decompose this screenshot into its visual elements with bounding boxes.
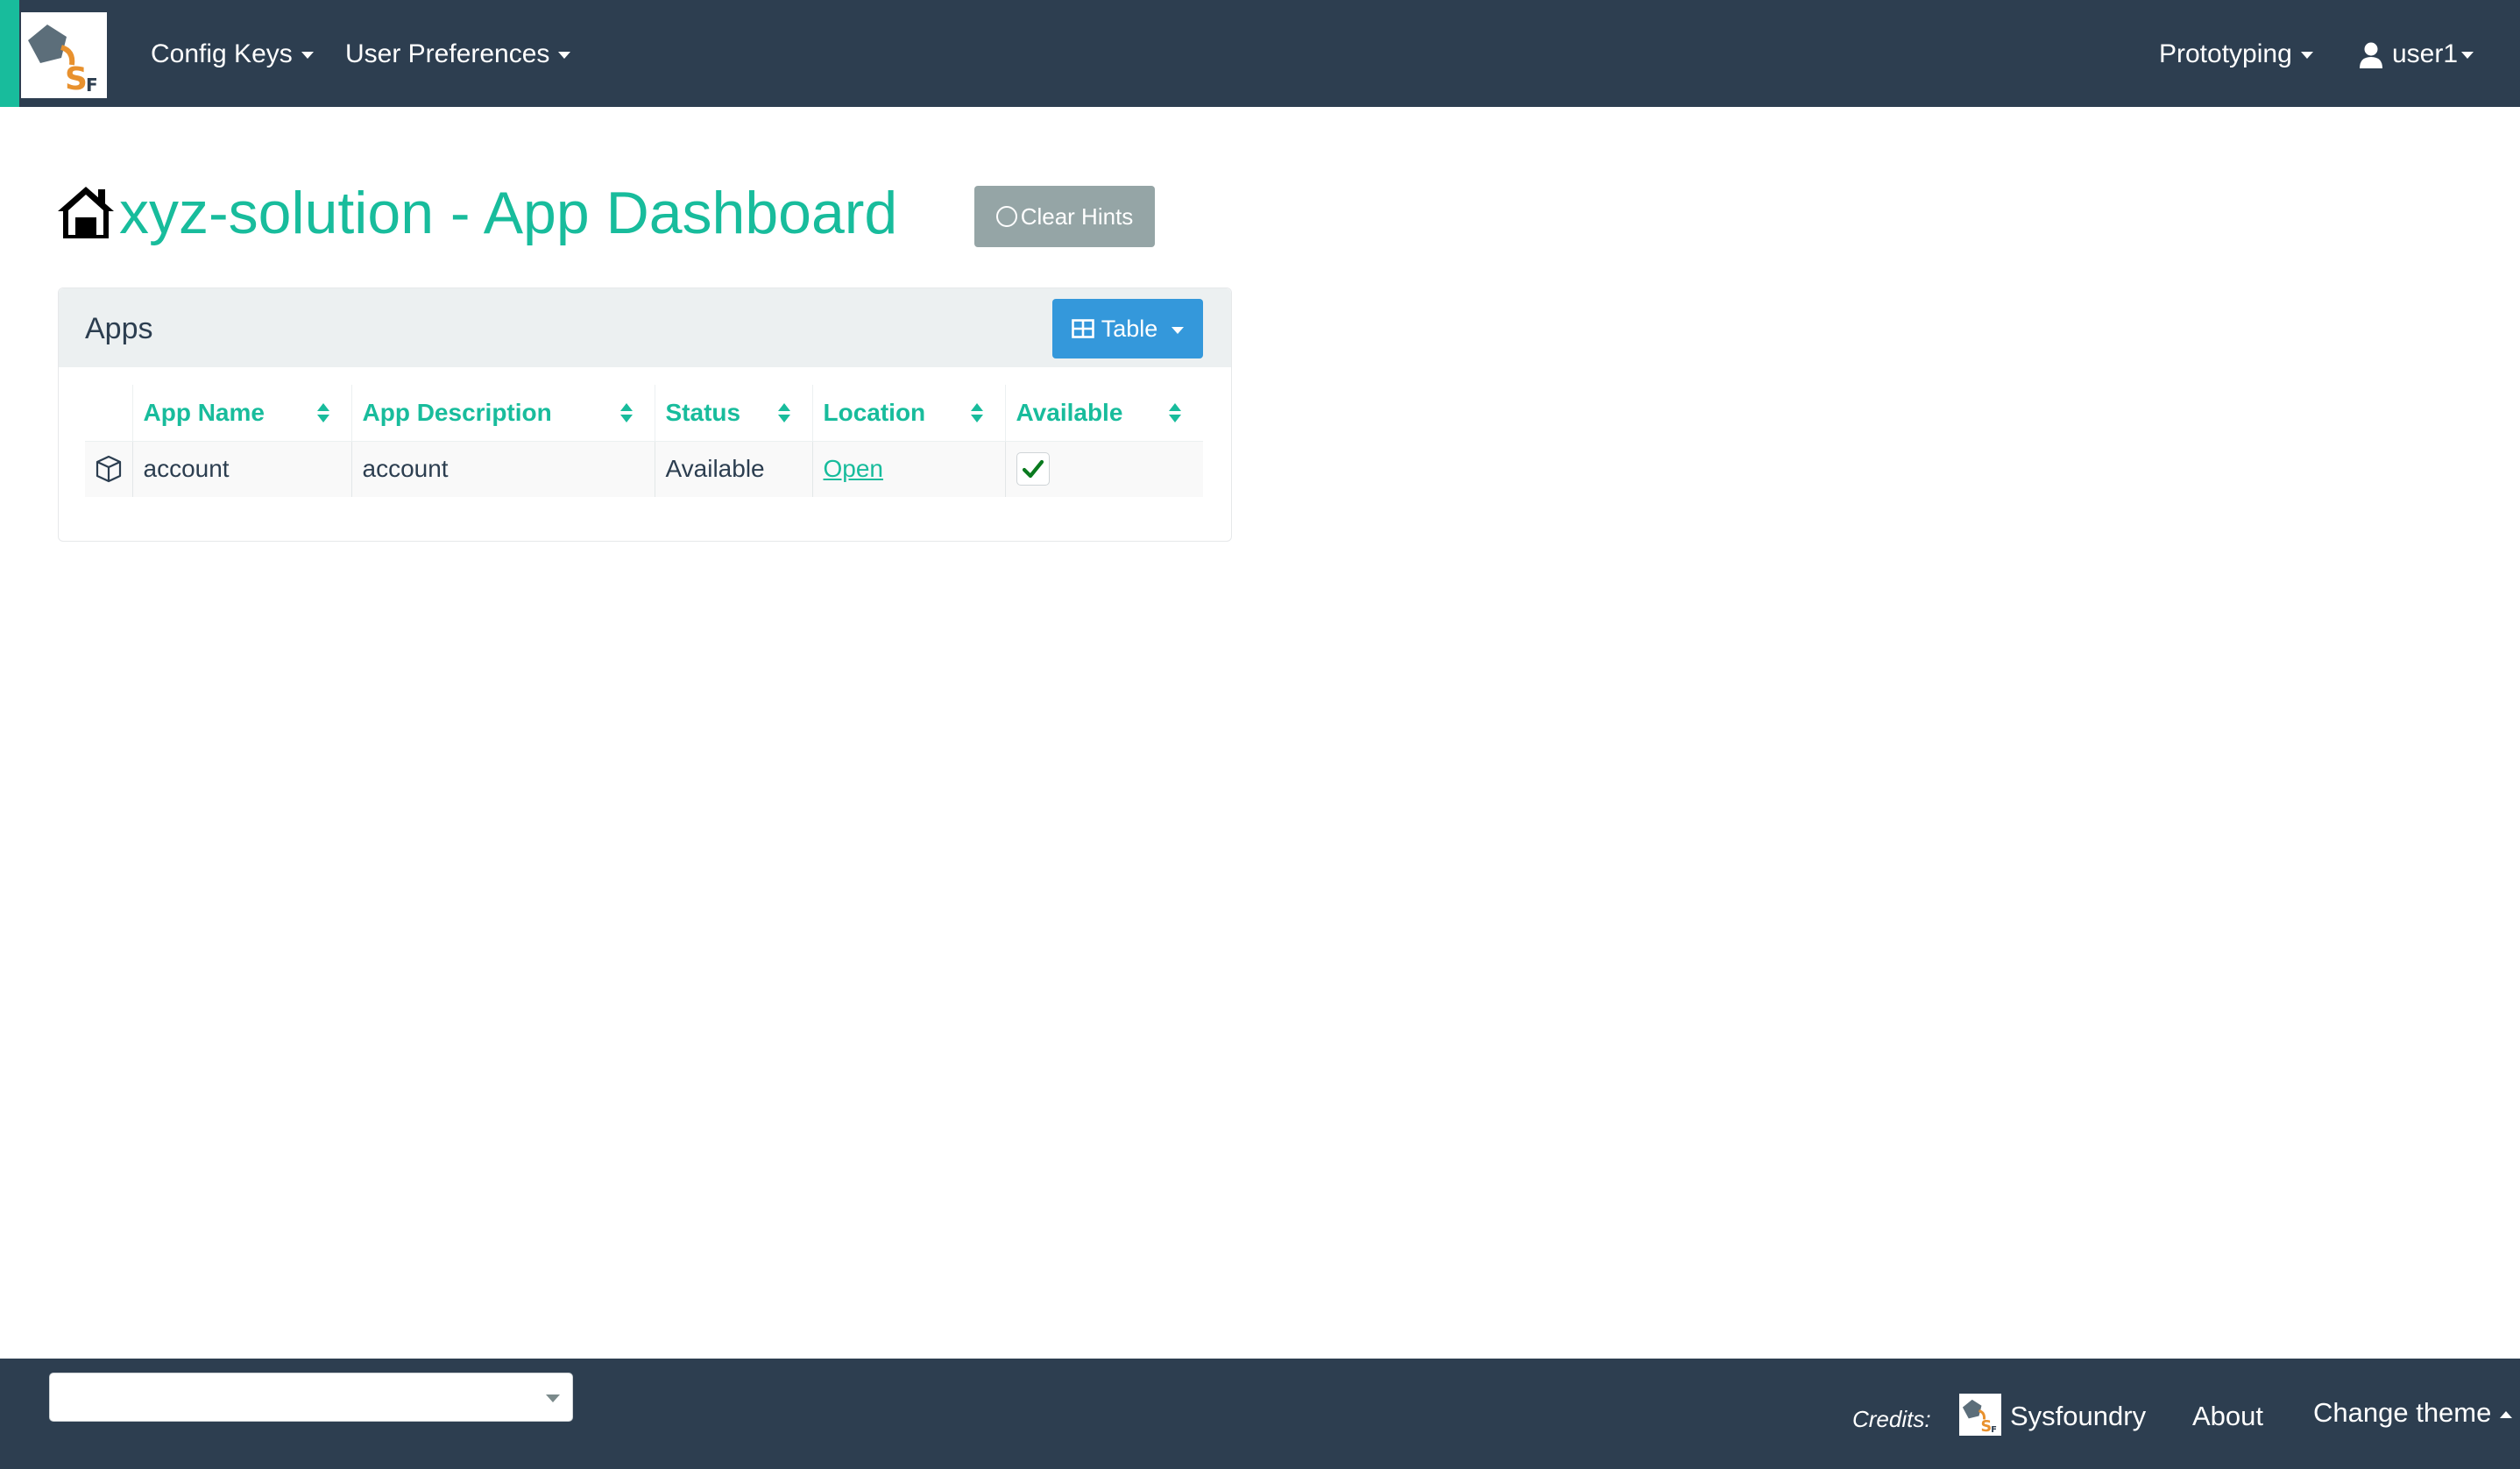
user-menu[interactable]: user1 bbox=[2359, 35, 2474, 74]
config-keys-menu[interactable]: Config Keys bbox=[151, 35, 314, 74]
row-icon-cell bbox=[85, 441, 132, 497]
apps-table: App Name App Description Status Location… bbox=[85, 385, 1203, 497]
change-theme-menu[interactable]: Change theme bbox=[2313, 1395, 2513, 1430]
column-header-label: App Name bbox=[143, 398, 265, 426]
column-header-app-description[interactable]: App Description bbox=[350, 385, 655, 442]
chevron-down-icon bbox=[2300, 52, 2313, 60]
user-icon bbox=[2360, 42, 2382, 69]
sysfoundry-logo-icon: S F bbox=[1962, 1399, 1997, 1436]
svg-text:F: F bbox=[86, 75, 98, 96]
page-title: xyz-solution - App Dashboard bbox=[119, 180, 898, 246]
chevron-down-icon bbox=[558, 52, 571, 60]
sort-icon[interactable] bbox=[777, 402, 791, 423]
svg-text:S: S bbox=[65, 61, 88, 97]
table-header-row: App Name App Description Status Location… bbox=[85, 385, 1203, 442]
circle-icon bbox=[995, 206, 1017, 228]
chevron-down-icon bbox=[546, 1394, 560, 1402]
app-name-cell: account bbox=[131, 441, 351, 497]
column-header-label: Status bbox=[665, 398, 741, 426]
cube-icon bbox=[96, 456, 122, 483]
apps-panel-heading: Apps Table bbox=[59, 288, 1231, 367]
brand-logo[interactable]: S F bbox=[21, 12, 107, 98]
table-row[interactable]: account account Available Open bbox=[85, 441, 1203, 497]
prototyping-menu[interactable]: Prototyping bbox=[2159, 35, 2313, 74]
sysfoundry-link[interactable]: Sysfoundry bbox=[2010, 1399, 2146, 1434]
available-checkbox[interactable] bbox=[1016, 452, 1050, 486]
table-icon bbox=[1071, 319, 1094, 338]
prototyping-label: Prototyping bbox=[2159, 39, 2292, 68]
chevron-down-icon bbox=[1172, 326, 1185, 334]
about-link[interactable]: About bbox=[2192, 1399, 2263, 1434]
sort-icon[interactable] bbox=[316, 402, 330, 423]
sysfoundry-logo[interactable]: S F bbox=[1959, 1394, 2001, 1436]
app-description-cell: account bbox=[350, 441, 655, 497]
config-keys-label: Config Keys bbox=[151, 39, 293, 68]
chevron-down-icon bbox=[301, 52, 314, 60]
column-header-label: App Description bbox=[362, 398, 552, 426]
top-navbar: S F Config Keys User Preferences Prototy… bbox=[0, 0, 2520, 107]
sysfoundry-logo-icon: S F bbox=[28, 25, 98, 97]
clear-hints-label: Clear Hints bbox=[1020, 203, 1134, 230]
sort-icon[interactable] bbox=[1168, 402, 1182, 423]
footer-select-dropdown[interactable] bbox=[49, 1373, 573, 1422]
column-header-available[interactable]: Available bbox=[1004, 385, 1203, 442]
column-header-label: Available bbox=[1016, 398, 1123, 426]
open-app-link[interactable]: Open bbox=[824, 455, 884, 482]
view-mode-label: Table bbox=[1101, 316, 1158, 342]
navbar-accent-bar bbox=[0, 0, 19, 107]
user-preferences-label: User Preferences bbox=[345, 39, 550, 68]
column-header-app-name[interactable]: App Name bbox=[131, 385, 351, 442]
footer-bar: Credits: S F Sysfoundry About Change the… bbox=[0, 1359, 2520, 1469]
home-icon bbox=[58, 187, 114, 238]
view-mode-dropdown-button[interactable]: Table bbox=[1052, 299, 1203, 358]
column-header-status[interactable]: Status bbox=[654, 385, 812, 442]
user-name-label: user1 bbox=[2392, 39, 2459, 68]
svg-text:S: S bbox=[1980, 1418, 1992, 1436]
svg-text:F: F bbox=[1991, 1425, 1997, 1435]
column-header-location[interactable]: Location bbox=[811, 385, 1005, 442]
row-icon-column-header bbox=[85, 385, 132, 442]
status-cell: Available bbox=[654, 441, 812, 497]
apps-panel-title: Apps bbox=[85, 312, 153, 345]
user-preferences-menu[interactable]: User Preferences bbox=[345, 35, 571, 74]
change-theme-label: Change theme bbox=[2313, 1397, 2492, 1428]
chevron-up-icon bbox=[2500, 1410, 2513, 1418]
available-cell bbox=[1004, 441, 1203, 497]
sort-icon[interactable] bbox=[619, 402, 634, 423]
clear-hints-button[interactable]: Clear Hints bbox=[974, 186, 1155, 247]
apps-panel: Apps Table App Name App Description Stat… bbox=[58, 287, 1232, 542]
sort-icon[interactable] bbox=[970, 402, 984, 423]
credits-label: Credits: bbox=[1852, 1406, 1931, 1432]
location-cell: Open bbox=[811, 441, 1005, 497]
checkmark-icon bbox=[1022, 460, 1044, 479]
column-header-label: Location bbox=[823, 398, 926, 426]
chevron-down-icon bbox=[2461, 52, 2474, 60]
